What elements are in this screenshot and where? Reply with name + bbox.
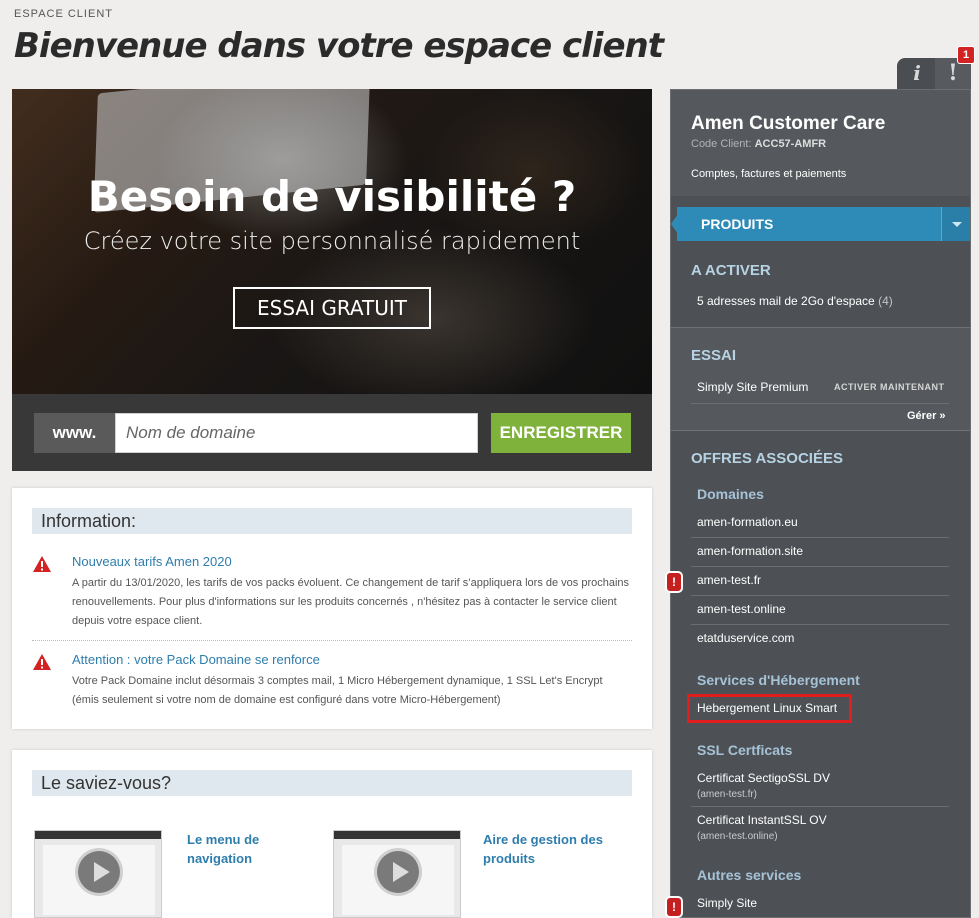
breadcrumb: ESPACE CLIENT	[14, 8, 113, 20]
info-tab[interactable]: i	[897, 58, 937, 89]
trial-heading: ESSAI	[691, 347, 737, 364]
account-summary: Amen Customer Care Code Client: ACC57-AM…	[671, 90, 970, 196]
products-menu-button[interactable]: PRODUITS	[671, 207, 945, 241]
hosting-services-heading: Services d'Hébergement	[697, 672, 860, 688]
highlight-box	[687, 694, 852, 723]
tip-link[interactable]: Le menu de navigation	[187, 830, 327, 868]
hero-headline: Besoin de visibilité ?	[87, 172, 577, 221]
to-activate-item-label: 5 adresses mail de 2Go d'espace	[697, 294, 875, 308]
domain-item[interactable]: etatduservice.com	[697, 631, 794, 645]
news-body: A partir du 13/01/2020, les tarifs de vo…	[72, 577, 630, 627]
associated-offers-heading: OFFRES ASSOCIÉES	[691, 450, 843, 467]
video-thumbnail[interactable]	[34, 830, 162, 918]
divider	[691, 566, 949, 567]
news-title-link[interactable]: Attention : votre Pack Domaine se renfor…	[72, 652, 320, 667]
domain-item[interactable]: amen-test.online	[697, 602, 786, 616]
information-title: Information:	[32, 508, 632, 534]
news-title-link[interactable]: Nouveaux tarifs Amen 2020	[72, 554, 232, 569]
divider	[671, 430, 970, 431]
register-domain-button[interactable]: ENREGISTRER	[491, 413, 631, 453]
play-icon	[75, 848, 123, 896]
accounts-billing-link[interactable]: Comptes, factures et paiements	[691, 168, 846, 180]
divider	[691, 624, 949, 625]
to-activate-item[interactable]: 5 adresses mail de 2Go d'espace (4)	[697, 294, 893, 308]
hero-subheadline: Créez votre site personnalisé rapidement	[83, 227, 581, 255]
divider	[691, 595, 949, 596]
news-divider	[32, 640, 632, 641]
domain-item[interactable]: amen-test.fr	[697, 573, 761, 587]
information-panel: Information: Nouveaux tarifs Amen 2020 A…	[12, 488, 652, 729]
client-code: Code Client: ACC57-AMFR	[691, 138, 826, 150]
ssl-heading: SSL Certficats	[697, 742, 793, 758]
ssl-item-domain: (amen-test.online)	[697, 831, 778, 842]
free-trial-button[interactable]: ESSAI GRATUIT	[233, 287, 431, 329]
other-services-heading: Autres services	[697, 867, 802, 883]
alerts-count-badge: 1	[958, 47, 974, 63]
ssl-item-name[interactable]: Certificat SectigoSSL DV	[697, 771, 830, 785]
trial-item-label[interactable]: Simply Site Premium	[697, 380, 808, 394]
ssl-item-domain: (amen-test.fr)	[697, 789, 758, 800]
hero-banner[interactable]: Besoin de visibilité ? Créez votre site …	[12, 89, 652, 394]
domain-item[interactable]: amen-formation.eu	[697, 515, 798, 529]
warning-triangle-icon	[33, 654, 51, 670]
domain-search-bar: www. ENREGISTRER	[12, 394, 652, 471]
domains-heading: Domaines	[697, 486, 764, 502]
client-code-label: Code Client:	[691, 138, 752, 150]
account-sidebar: Amen Customer Care Code Client: ACC57-AM…	[670, 89, 971, 918]
play-icon	[374, 848, 422, 896]
account-name: Amen Customer Care	[691, 113, 886, 134]
video-thumbnail[interactable]	[333, 830, 461, 918]
domain-name-input[interactable]	[115, 413, 478, 453]
to-activate-item-count: (4)	[878, 294, 893, 308]
manage-link[interactable]: Gérer »	[907, 410, 946, 422]
trial-section: ESSAI Simply Site Premium ACTIVER MAINTE…	[671, 328, 970, 430]
divider	[691, 537, 949, 538]
domain-prefix: www.	[34, 413, 115, 453]
to-activate-heading: A ACTIVER	[691, 262, 771, 279]
did-you-know-title: Le saviez-vous?	[32, 770, 632, 796]
activate-now-button[interactable]: ACTIVER MAINTENANT	[834, 382, 945, 392]
domain-item[interactable]: amen-formation.site	[697, 544, 803, 558]
chevron-down-icon[interactable]	[941, 207, 970, 241]
alert-icon: !	[667, 573, 681, 591]
other-service-item[interactable]: Simply Site	[697, 896, 757, 910]
did-you-know-panel: Le saviez-vous? Le menu de navigation Ai…	[12, 750, 652, 918]
warning-triangle-icon	[33, 556, 51, 572]
news-body: Votre Pack Domaine inclut désormais 3 co…	[72, 675, 603, 706]
page-title: Bienvenue dans votre espace client	[14, 26, 664, 66]
client-code-value: ACC57-AMFR	[754, 138, 827, 150]
tip-link[interactable]: Aire de gestion des produits	[483, 830, 623, 868]
alert-icon: !	[667, 898, 681, 916]
divider	[691, 403, 949, 404]
ssl-item-name[interactable]: Certificat InstantSSL OV	[697, 813, 827, 827]
divider	[691, 806, 949, 807]
